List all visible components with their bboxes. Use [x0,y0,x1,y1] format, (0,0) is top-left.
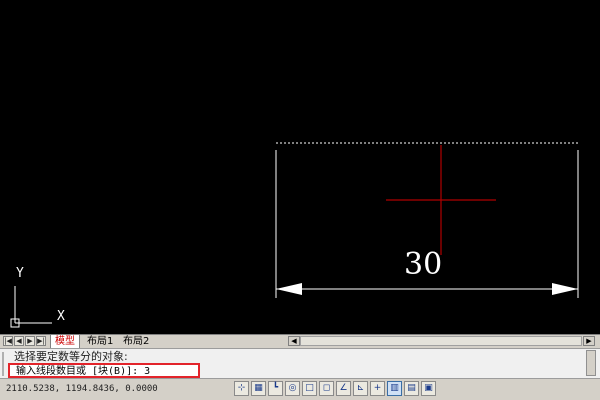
drawing-svg[interactable] [0,0,600,334]
command-line-window: 选择要定数等分的对象: 输入线段数目或 [块(B)]: 3 [0,348,600,378]
tab-layout1[interactable]: 布局1 [83,335,117,348]
command-line-scrollbar[interactable] [586,350,596,376]
tab-model[interactable]: 模型 [50,335,80,348]
scroll-left-button[interactable]: ◀ [288,336,300,346]
dimension-arrow-right [552,283,578,295]
first-tab-button[interactable]: |◀ [3,336,13,346]
horizontal-scrollbar[interactable] [300,336,582,346]
selection-cycling-icon[interactable]: ▣ [421,381,436,396]
next-tab-button[interactable]: ▶ [25,336,35,346]
ucs-x-label: X [57,309,65,324]
dimension-text[interactable]: 30 [404,250,442,280]
snap-icon[interactable]: ⊹ [234,381,249,396]
lineweight-icon[interactable]: + [370,381,385,396]
ucs-y-label: Y [16,266,24,281]
otrack-icon[interactable]: ◻ [319,381,334,396]
ortho-icon[interactable]: ┗ [268,381,283,396]
transparency-icon[interactable]: ▥ [387,381,402,396]
quickprops-icon[interactable]: ▤ [404,381,419,396]
command-prompt-text: 输入线段数目或 [块(B)]: 3 [16,366,151,377]
status-bar: 2110.5238, 1194.8436, 0.0000 ⊹ ▦ ┗ ◎ □ ◻ ∠ ⊾ + ▥ ▤… [0,378,600,400]
dimension-arrow-left [276,283,302,295]
command-history-text: 选择要定数等分的对象: [14,350,128,363]
scroll-right-button[interactable]: ▶ [583,336,595,346]
last-tab-button[interactable]: ▶| [36,336,46,346]
dyn-icon[interactable]: ⊾ [353,381,368,396]
coordinate-readout: 2110.5238, 1194.8436, 0.0000 [6,384,158,394]
command-input-field[interactable]: 输入线段数目或 [块(B)]: 3 [8,363,200,378]
ducs-icon[interactable]: ∠ [336,381,351,396]
grid-icon[interactable]: ▦ [251,381,266,396]
polar-icon[interactable]: ◎ [285,381,300,396]
prev-tab-button[interactable]: ◀ [14,336,24,346]
tab-layout2[interactable]: 布局2 [119,335,153,348]
osnap-icon[interactable]: □ [302,381,317,396]
drawing-canvas[interactable]: 30 Y X [0,0,600,334]
